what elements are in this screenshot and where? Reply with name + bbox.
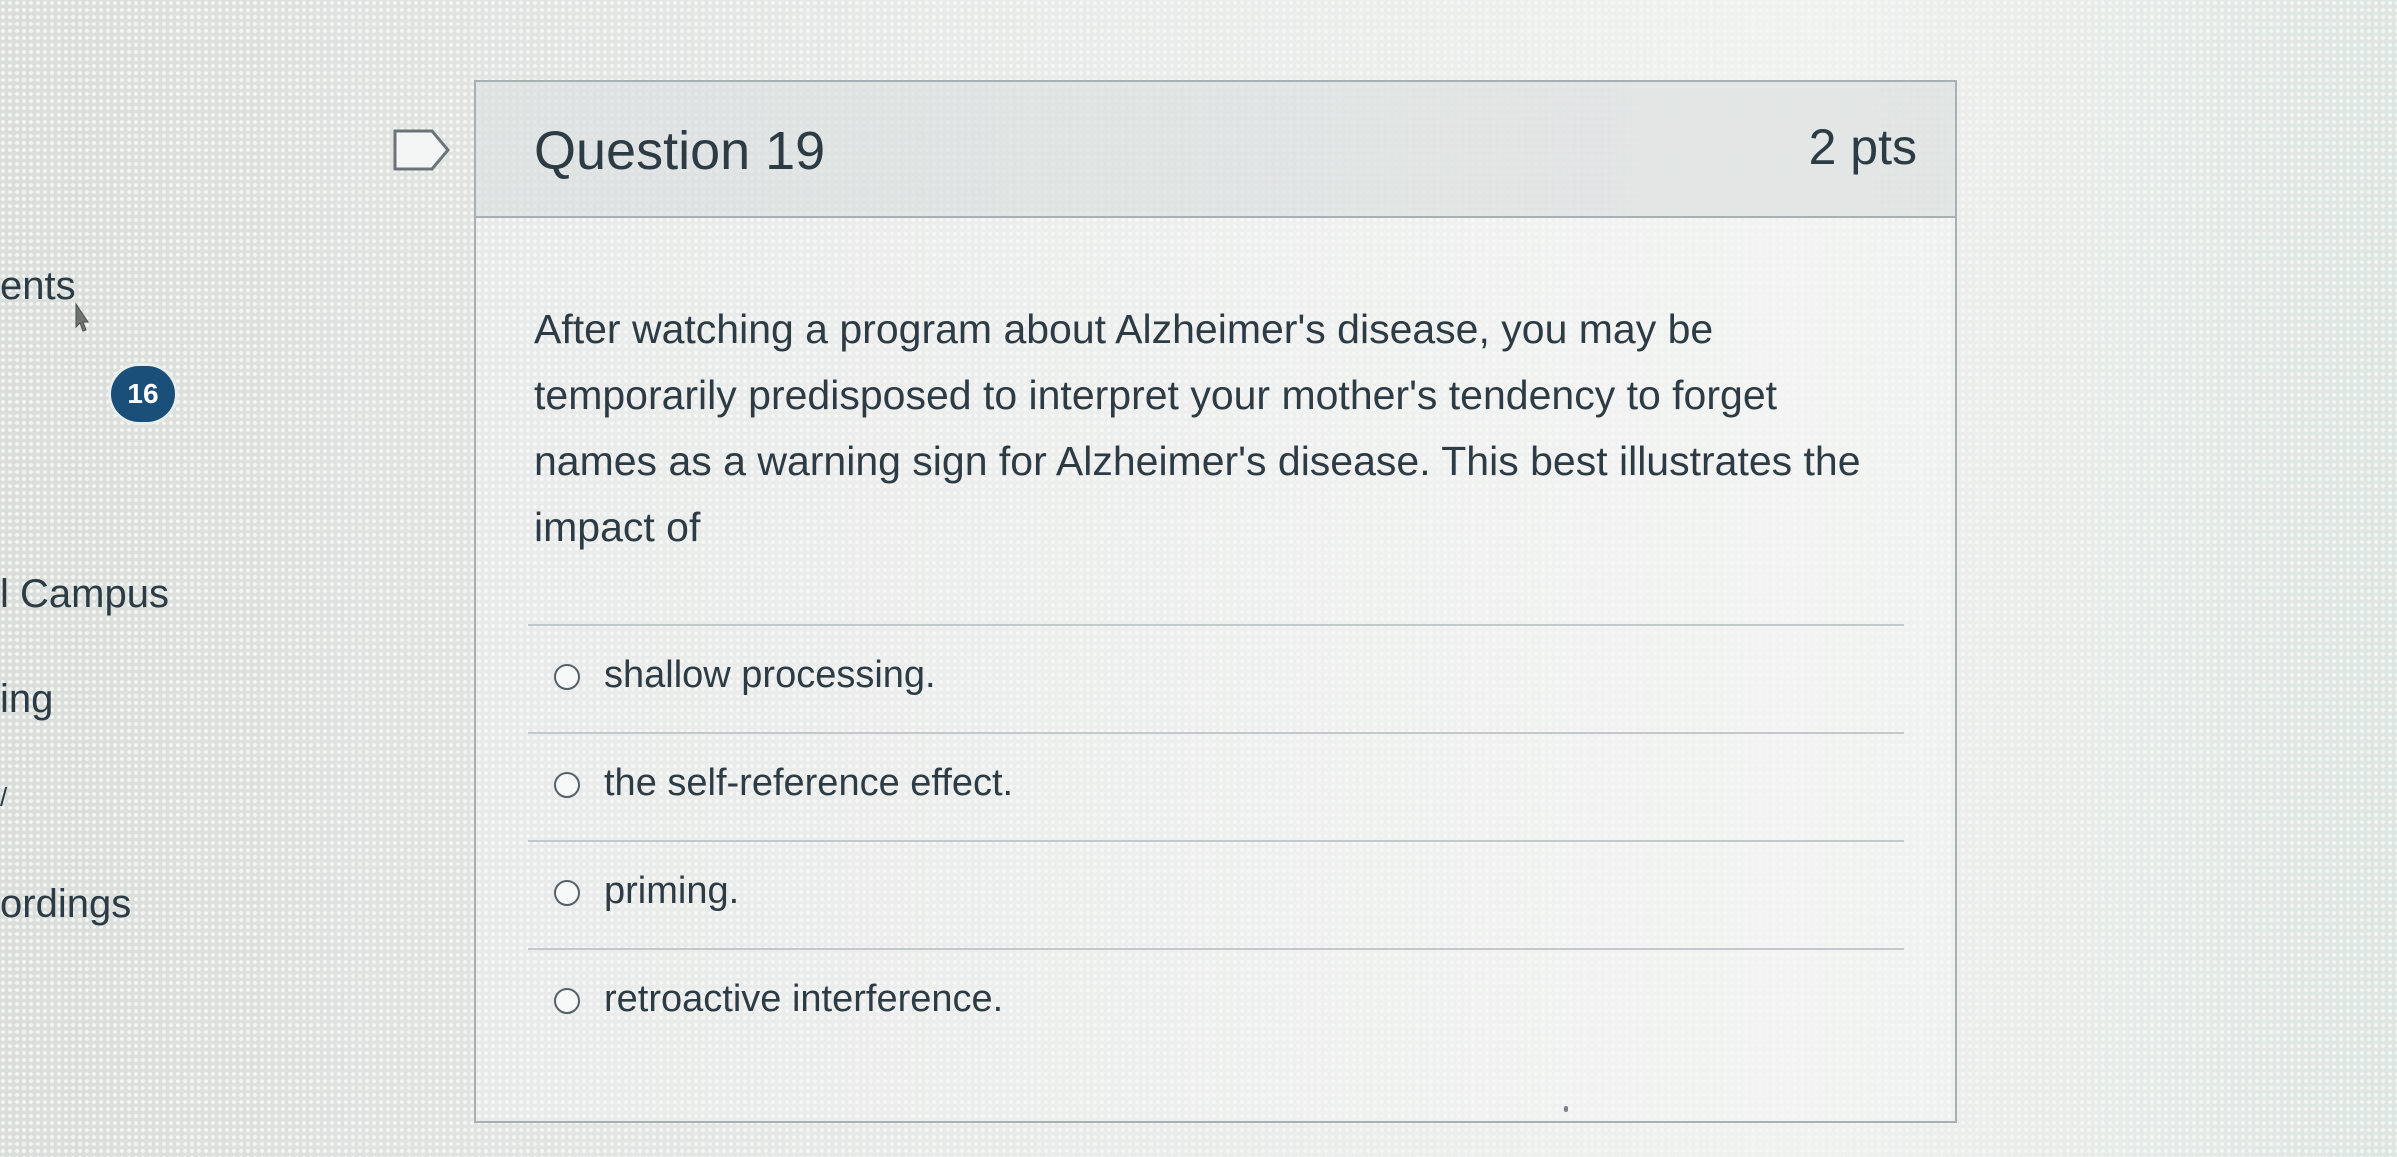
radio-button[interactable] [554, 988, 580, 1014]
answer-option[interactable]: priming. [528, 840, 1904, 948]
radio-button[interactable] [554, 664, 580, 690]
answer-option[interactable]: retroactive interference. [528, 948, 1904, 1056]
radio-button[interactable] [554, 772, 580, 798]
question-card: Question 19 2 pts After watching a progr… [474, 80, 1957, 1123]
question-points: 2 pts [1808, 119, 1917, 175]
answer-label[interactable]: the self-reference effect. [604, 762, 1013, 805]
answer-label[interactable]: retroactive interference. [604, 978, 1003, 1021]
sidebar-item-ents[interactable]: ents [0, 264, 76, 309]
answer-label[interactable]: shallow processing. [604, 654, 936, 697]
question-text: After watching a program about Alzheimer… [534, 306, 1861, 550]
course-sidebar: ents 16 l Campus ing / ordings [0, 0, 200, 1157]
notification-count-badge: 16 [111, 366, 175, 422]
sidebar-item-recordings[interactable]: ordings [0, 882, 131, 927]
sidebar-item-ing[interactable]: ing [0, 677, 53, 722]
answer-list: shallow processing. the self-reference e… [528, 624, 1904, 1056]
question-title: Question 19 [534, 121, 826, 181]
flag-question-icon[interactable] [392, 128, 452, 172]
radio-button[interactable] [554, 880, 580, 906]
screen-speck [1564, 1106, 1568, 1112]
answer-option[interactable]: shallow processing. [528, 624, 1904, 732]
sidebar-item-slash[interactable]: / [0, 782, 7, 813]
answer-label[interactable]: priming. [604, 870, 739, 913]
mouse-cursor-icon [75, 302, 89, 332]
answer-option[interactable]: the self-reference effect. [528, 732, 1904, 840]
question-header: Question 19 2 pts [476, 82, 1955, 218]
sidebar-item-campus[interactable]: l Campus [0, 572, 169, 617]
